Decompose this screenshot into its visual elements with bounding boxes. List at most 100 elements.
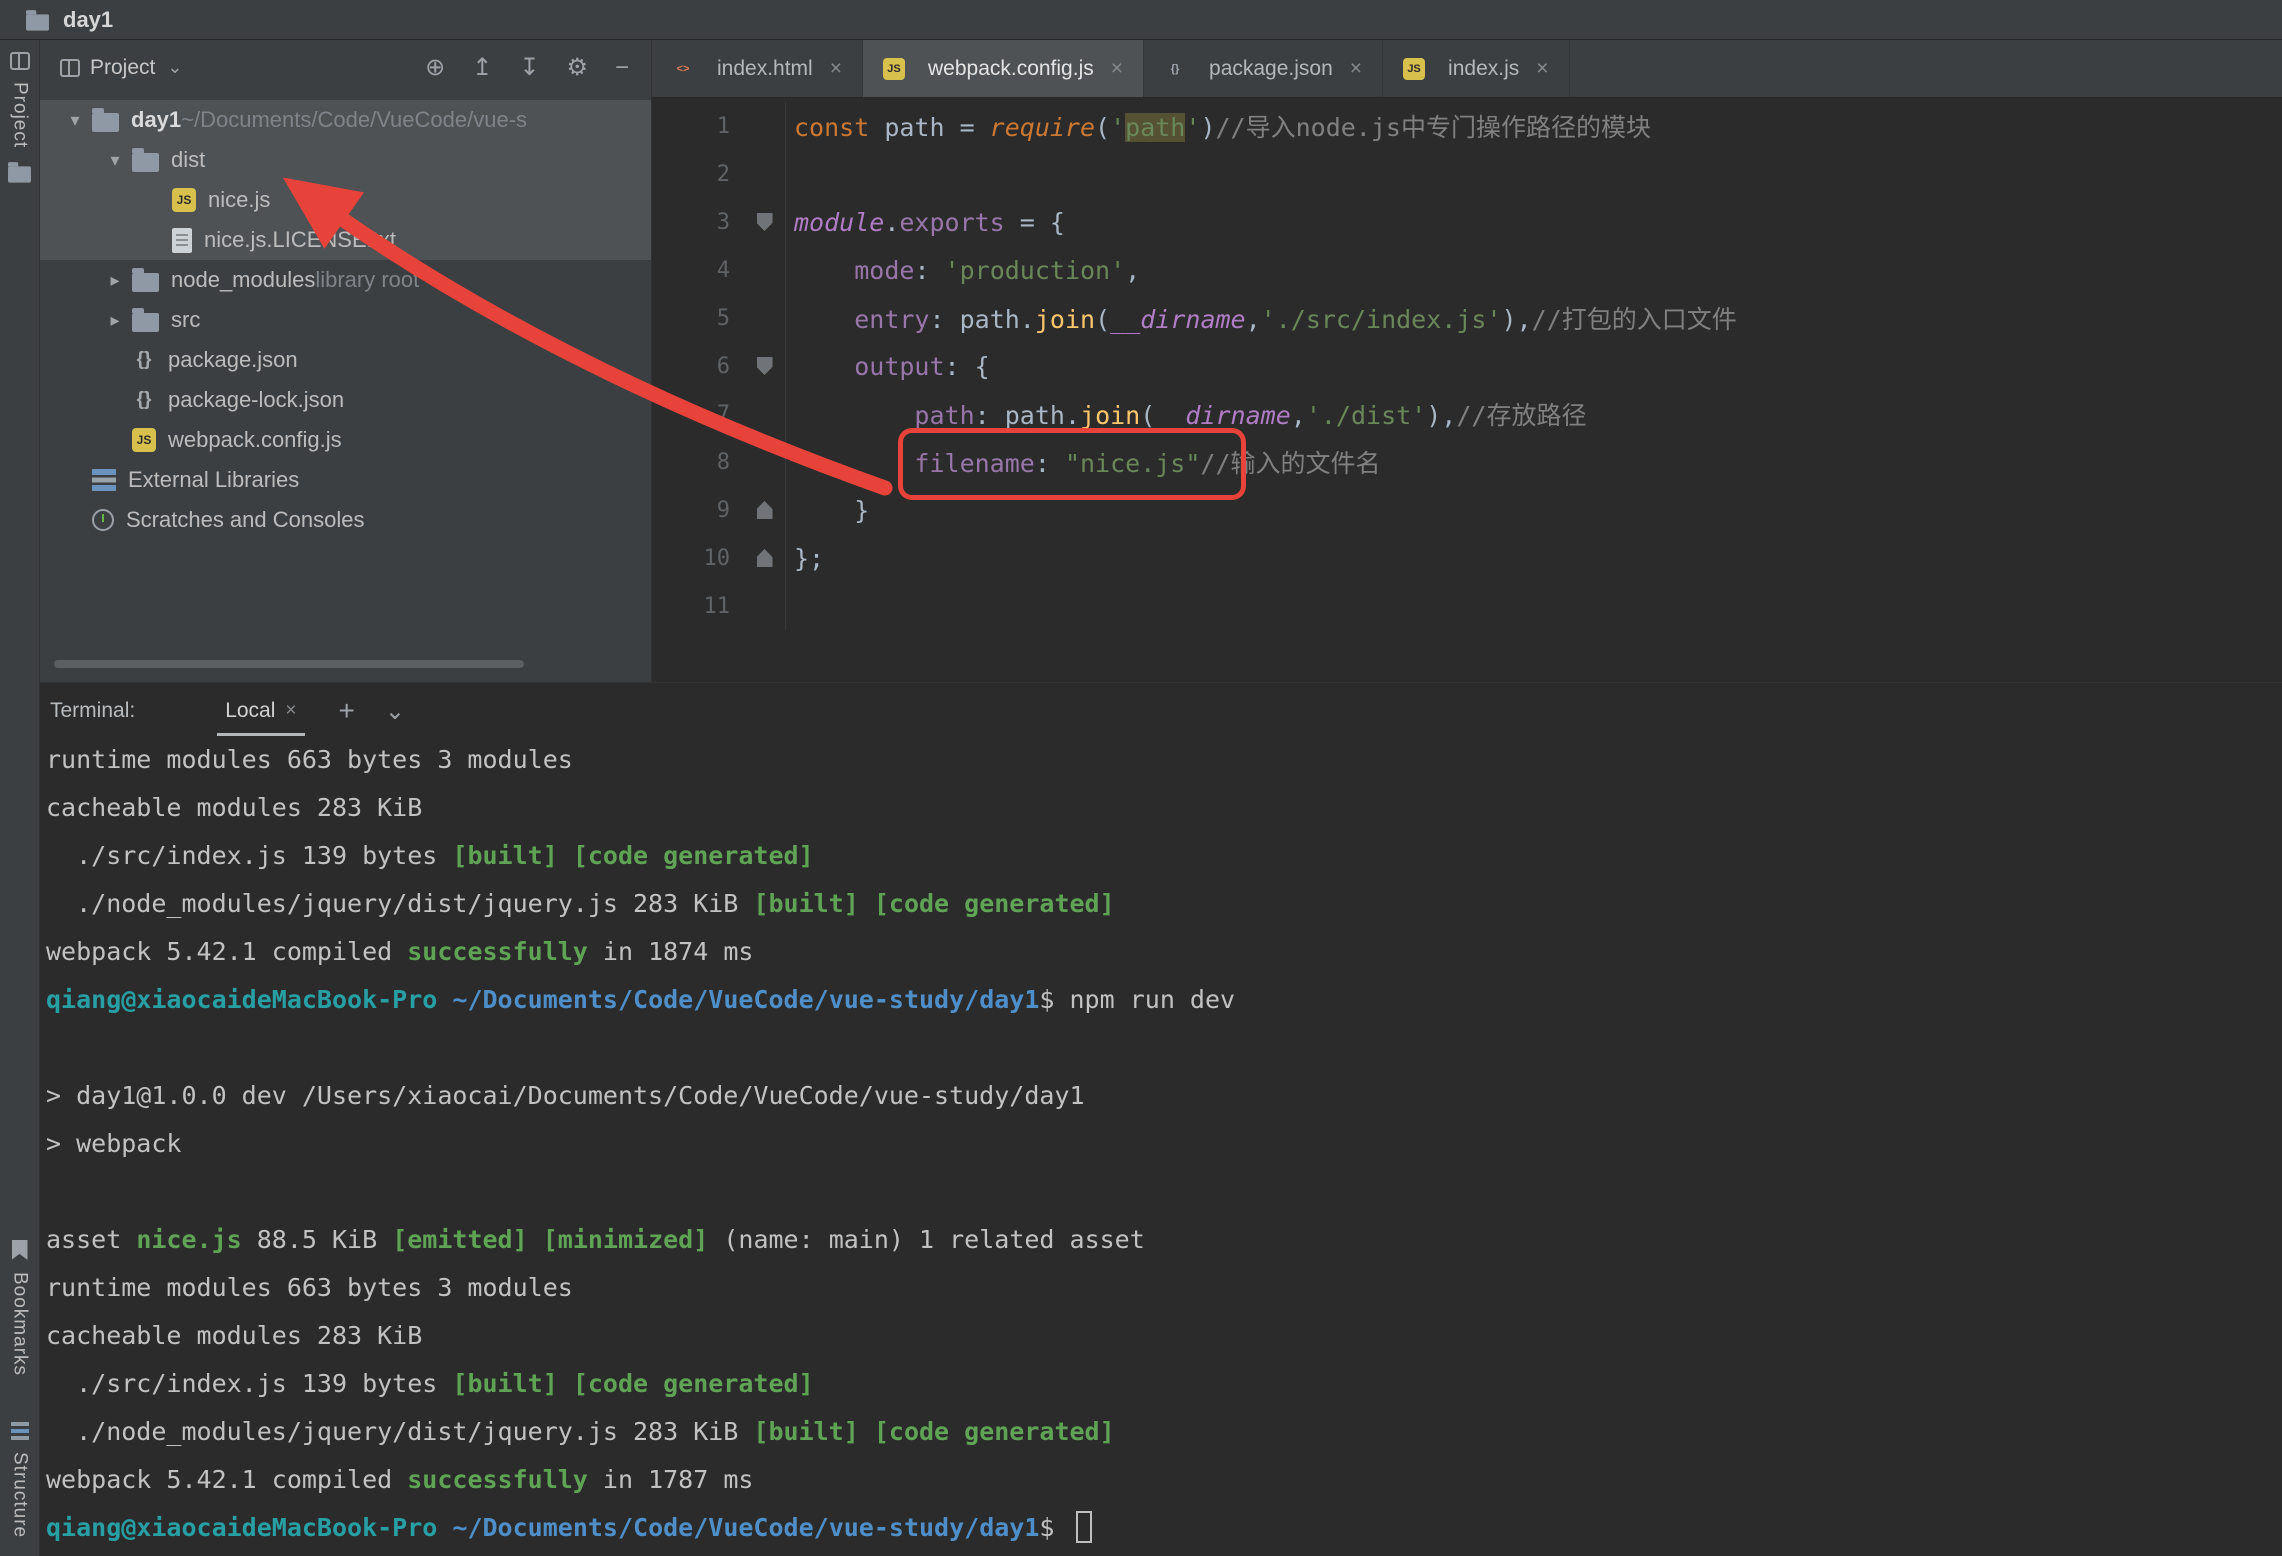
fold-column: [744, 582, 786, 630]
code-token: [794, 352, 854, 381]
tree-item-nice.js[interactable]: JSnice.js: [40, 180, 651, 220]
tree-item-node_modules[interactable]: ▸node_modules library root: [40, 260, 651, 300]
tab-package.json[interactable]: {}package.json×: [1144, 40, 1383, 97]
line-number: 8: [652, 450, 744, 475]
close-tab-icon[interactable]: ×: [1536, 57, 1548, 81]
terminal-token: [code generated]: [874, 1417, 1115, 1446]
close-terminal-tab-icon[interactable]: ×: [285, 700, 296, 722]
new-terminal-session-icon[interactable]: +: [339, 695, 355, 727]
tree-item-label: Scratches and Consoles: [126, 507, 364, 533]
terminal-token: ~/Documents/Code/VueCode/vue-study/day1: [452, 1513, 1039, 1542]
tree-item-src[interactable]: ▸src: [40, 300, 651, 340]
tree-item-label: nice.js.LICENSE.txt: [204, 227, 396, 253]
code-line-6[interactable]: 6 output: {: [652, 342, 2282, 390]
tree-item-nice.js.LICENSE.txt[interactable]: nice.js.LICENSE.txt: [40, 220, 651, 260]
close-tab-icon[interactable]: ×: [1350, 57, 1362, 81]
code-line-8[interactable]: 8 filename: "nice.js"//输入的文件名: [652, 438, 2282, 486]
scratches-icon: [92, 509, 114, 531]
code-line-1[interactable]: 1const path = require('path')//导入node.js…: [652, 102, 2282, 150]
code-line-11[interactable]: 11: [652, 582, 2282, 630]
fold-open-icon[interactable]: [757, 213, 773, 231]
structure-icon: [11, 1422, 29, 1440]
tree-item-day1[interactable]: ▾day1 ~/Documents/Code/VueCode/vue-s: [40, 100, 651, 140]
code-token: };: [794, 544, 824, 573]
chevron-down-icon[interactable]: ▾: [98, 150, 132, 171]
tree-item-dist[interactable]: ▾dist: [40, 140, 651, 180]
code-line-5[interactable]: 5 entry: path.join(__dirname,'./src/inde…: [652, 294, 2282, 342]
tree-item-package-lock.json[interactable]: {}package-lock.json: [40, 380, 651, 420]
close-tab-icon[interactable]: ×: [830, 57, 842, 81]
settings-gear-icon[interactable]: ⚙: [566, 56, 588, 80]
expand-all-icon[interactable]: ↥: [472, 56, 492, 80]
terminal-line: ./src/index.js 139 bytes [built] [code g…: [46, 1369, 2282, 1417]
collapse-all-icon[interactable]: ↧: [519, 56, 539, 80]
code-text: }: [786, 496, 869, 525]
terminal-token: $ npm run dev: [1039, 985, 1235, 1014]
bookmarks-tool-button[interactable]: Bookmarks: [9, 1240, 31, 1376]
chevron-down-icon[interactable]: ⌄: [167, 57, 182, 78]
fold-open-icon[interactable]: [757, 357, 773, 375]
tree-item-webpack.config.js[interactable]: JSwebpack.config.js: [40, 420, 651, 460]
structure-tool-button[interactable]: Structure: [9, 1422, 31, 1538]
tab-index.html[interactable]: <>index.html×: [652, 40, 863, 97]
code-token: [794, 449, 914, 478]
tab-webpack.config.js[interactable]: JSwebpack.config.js×: [863, 40, 1144, 97]
project-tool-button[interactable]: Project: [6, 52, 33, 184]
code-token: ),: [1426, 401, 1456, 430]
code-text: mode: 'production',: [786, 256, 1140, 285]
code-token: path: [914, 401, 974, 430]
code-token: 'production': [945, 256, 1126, 285]
tab-index.js[interactable]: JSindex.js×: [1383, 40, 1569, 97]
terminal-header: Terminal: Local × + ⌄: [40, 683, 2282, 739]
tree-item-Scratches and Consoles[interactable]: Scratches and Consoles: [40, 500, 651, 540]
terminal-token: ./node_modules/jquery/dist/jquery.js 283…: [46, 889, 753, 918]
fold-end-icon[interactable]: [757, 501, 773, 519]
fold-end-icon[interactable]: [757, 549, 773, 567]
terminal-panel: Terminal: Local × + ⌄ runtime modules 66…: [40, 682, 2282, 1556]
code-line-9[interactable]: 9 }: [652, 486, 2282, 534]
bookmarks-tool-label: Bookmarks: [9, 1272, 31, 1376]
code-line-2[interactable]: 2: [652, 150, 2282, 198]
tree-item-label: day1: [131, 107, 181, 133]
tree-item-External Libraries[interactable]: External Libraries: [40, 460, 651, 500]
horizontal-scrollbar[interactable]: [54, 660, 524, 668]
close-tab-icon[interactable]: ×: [1111, 57, 1123, 81]
terminal-dropdown-chevron-icon[interactable]: ⌄: [385, 697, 405, 726]
bookmark-icon: [12, 1240, 28, 1260]
chevron-right-icon[interactable]: ▸: [98, 270, 132, 291]
code-editor[interactable]: 1const path = require('path')//导入node.js…: [652, 98, 2282, 682]
terminal-title: Terminal:: [50, 699, 135, 723]
tree-item-package.json[interactable]: {}package.json: [40, 340, 651, 380]
folder-icon: [8, 167, 31, 183]
project-panel-header: Project ⌄ ⊕ ↥ ↧ ⚙ −: [40, 40, 651, 96]
terminal-token: [built]: [753, 889, 858, 918]
chevron-down-icon[interactable]: ▾: [58, 110, 92, 131]
terminal-token: successfully: [407, 1465, 588, 1494]
code-line-4[interactable]: 4 mode: 'production',: [652, 246, 2282, 294]
locate-file-icon[interactable]: ⊕: [425, 56, 445, 80]
code-token: = {: [1005, 208, 1065, 237]
code-line-10[interactable]: 10};: [652, 534, 2282, 582]
terminal-line: [46, 1177, 2282, 1225]
hide-panel-icon[interactable]: −: [615, 56, 629, 80]
json-file-icon: {}: [1164, 58, 1186, 80]
code-line-3[interactable]: 3module.exports = {: [652, 198, 2282, 246]
terminal-output[interactable]: runtime modules 663 bytes 3 modulescache…: [40, 739, 2282, 1556]
code-token: './src/index.js': [1261, 305, 1502, 334]
project-tree: ▾day1 ~/Documents/Code/VueCode/vue-s▾dis…: [40, 96, 651, 540]
terminal-token: [437, 985, 452, 1014]
terminal-line: ./node_modules/jquery/dist/jquery.js 283…: [46, 1417, 2282, 1465]
project-view-title[interactable]: Project: [90, 56, 155, 80]
code-token: "nice.js": [1065, 449, 1200, 478]
line-number: 10: [652, 546, 744, 571]
chevron-right-icon[interactable]: ▸: [98, 310, 132, 331]
code-token: entry: [854, 305, 929, 334]
tree-item-label: package-lock.json: [168, 387, 344, 413]
terminal-token: [code generated]: [573, 1369, 814, 1398]
terminal-tab-local[interactable]: Local ×: [217, 686, 304, 736]
tree-item-label: External Libraries: [128, 467, 299, 493]
terminal-line: cacheable modules 283 KiB: [46, 1321, 2282, 1369]
terminal-token: [minimized]: [543, 1225, 709, 1254]
code-line-7[interactable]: 7 path: path.join(__dirname,'./dist'),//…: [652, 390, 2282, 438]
code-token: //导入node.js中专门操作路径的模块: [1216, 113, 1651, 142]
